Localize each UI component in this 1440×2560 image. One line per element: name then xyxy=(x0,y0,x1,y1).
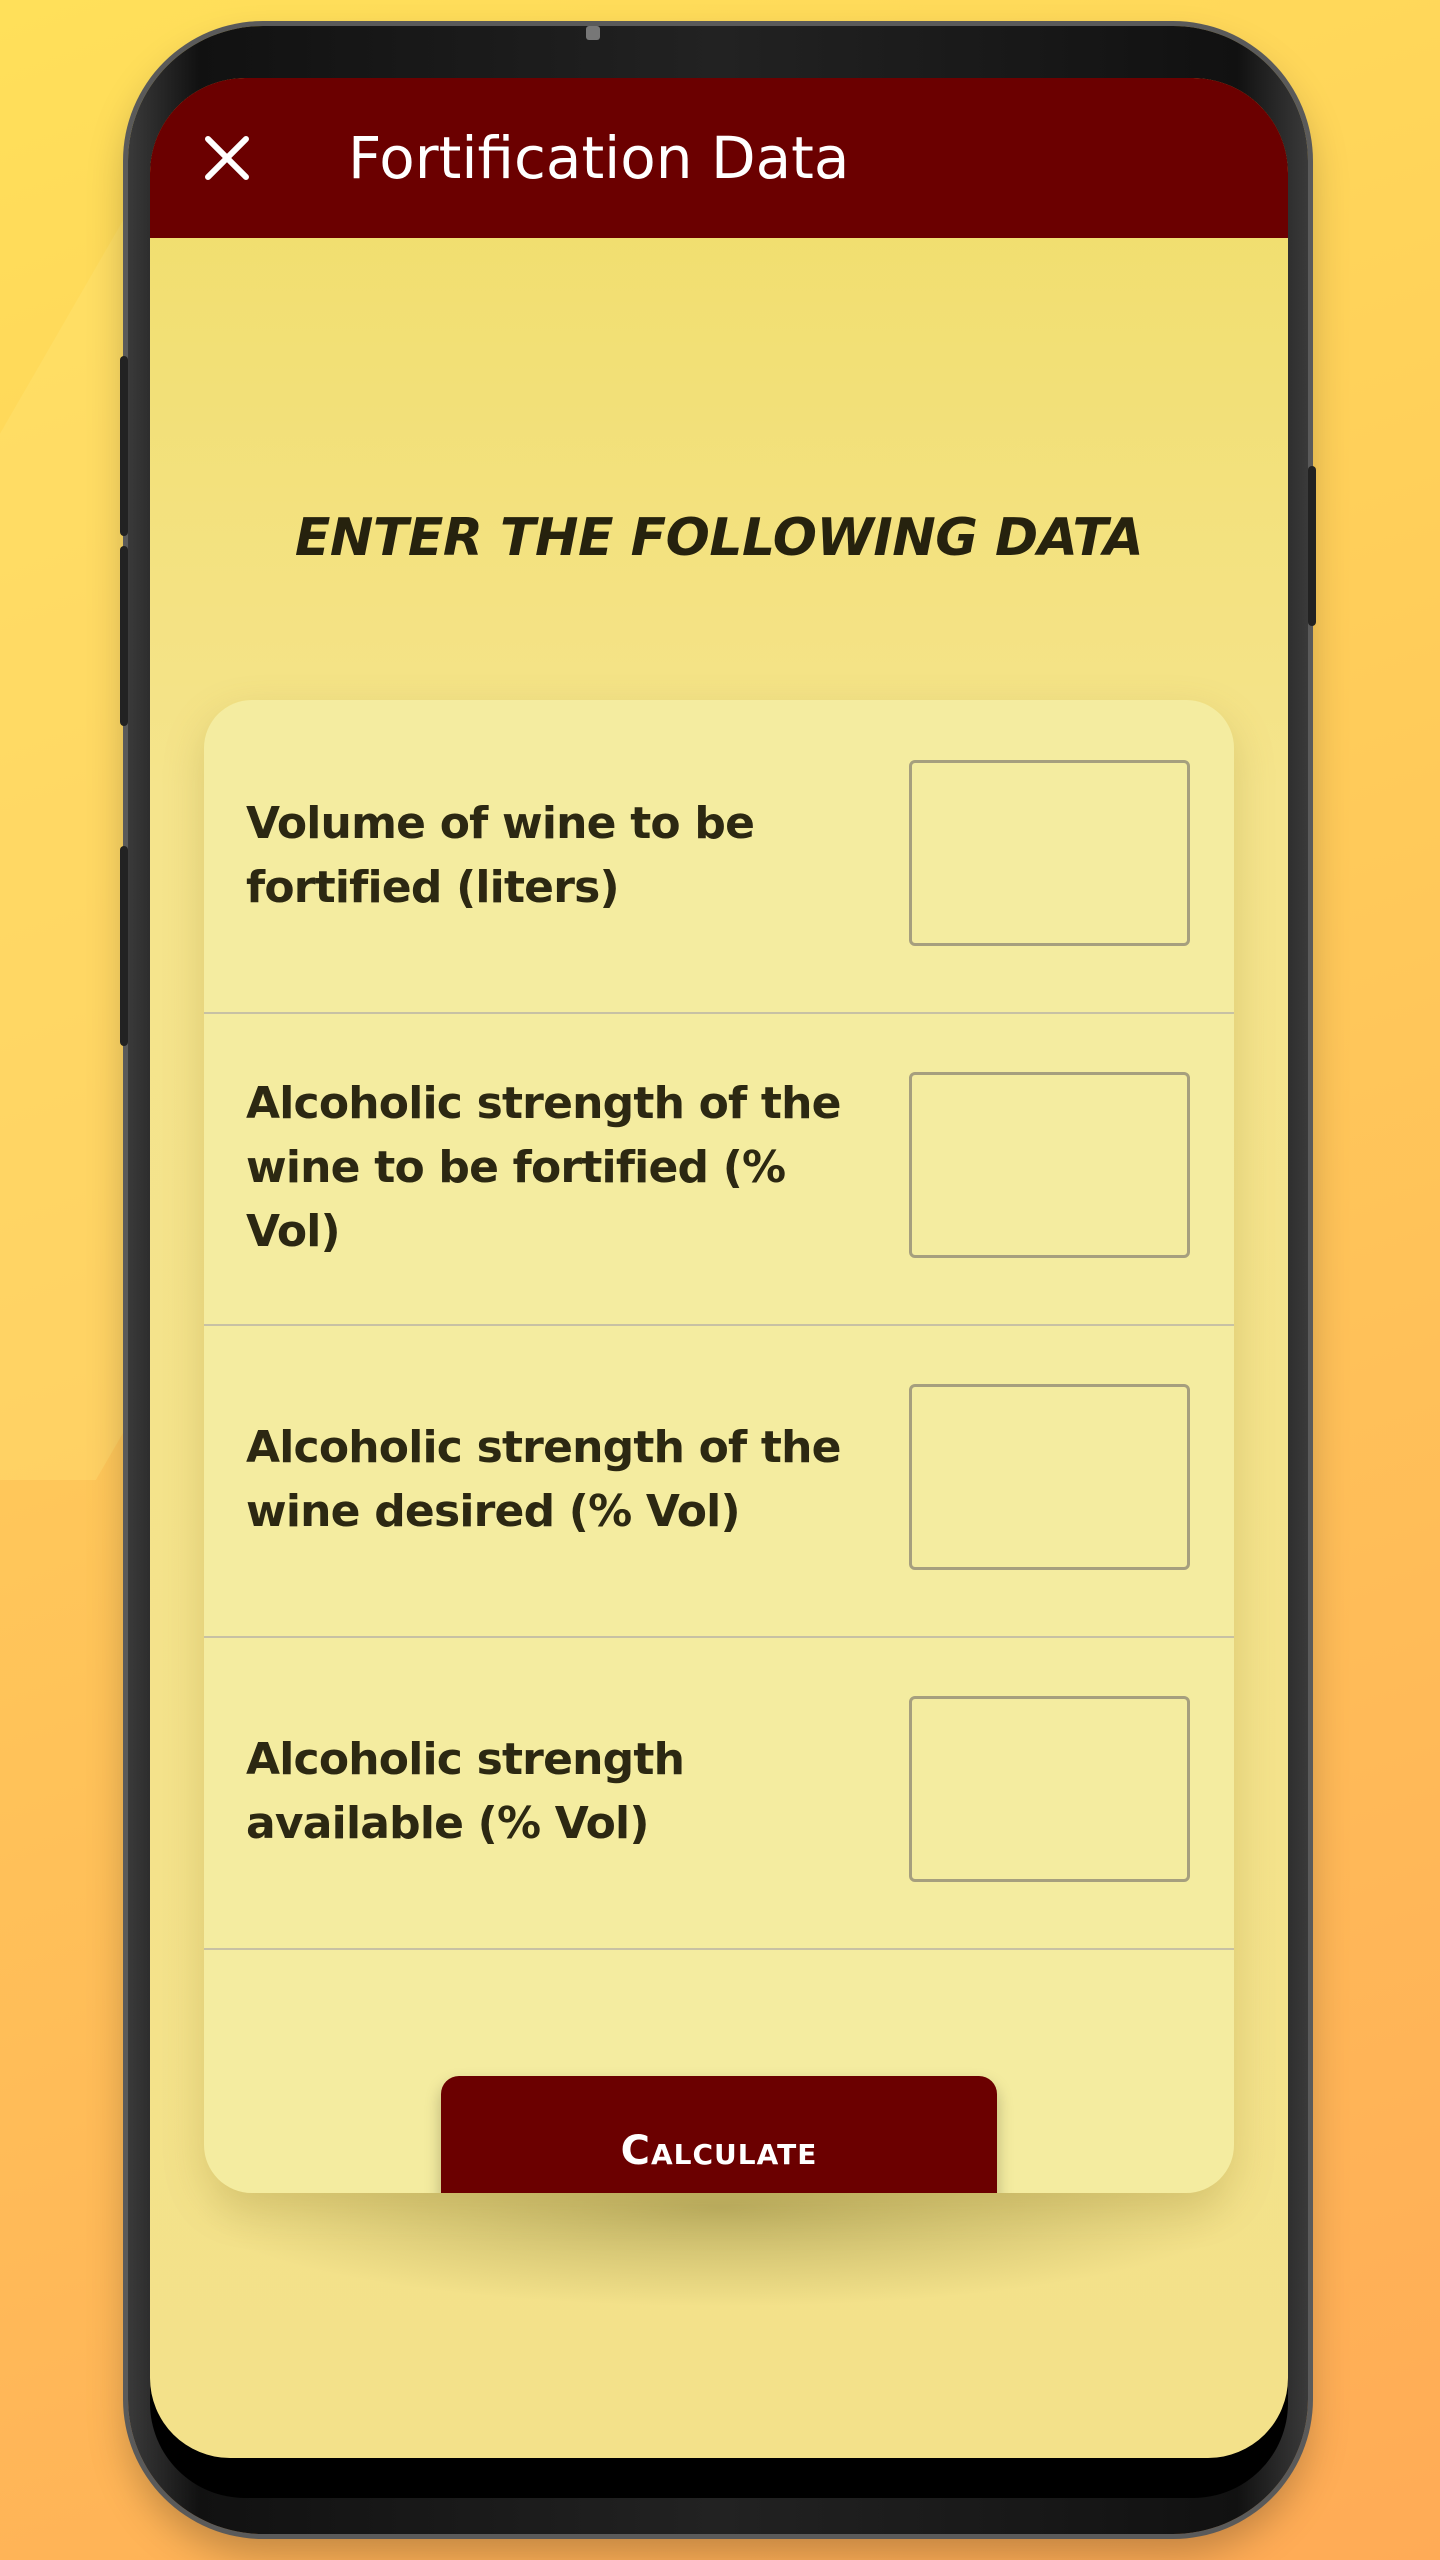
close-button[interactable] xyxy=(192,123,262,193)
form-row-available-strength: Alcoholic strength available (% Vol) xyxy=(204,1636,1234,1950)
phone-screen-area: Fortification Data ENTER THE FOLLOWING D… xyxy=(150,78,1288,2498)
calculate-button[interactable]: Calculate xyxy=(441,2076,997,2193)
field-label-current-strength: Alcoholic strength of the wine to be for… xyxy=(246,1078,842,1257)
current-strength-input[interactable] xyxy=(909,1072,1190,1258)
available-strength-input[interactable] xyxy=(909,1696,1190,1882)
form-row-volume: Volume of wine to be fortified (liters) xyxy=(204,700,1234,1014)
close-icon xyxy=(205,136,249,180)
form-row-desired-strength: Alcoholic strength of the wine desired (… xyxy=(204,1324,1234,1638)
form-row-current-strength: Alcoholic strength of the wine to be for… xyxy=(204,1012,1234,1326)
app-bar: Fortification Data xyxy=(150,78,1288,238)
form-heading: ENTER THE FOLLOWING DATA xyxy=(294,508,1144,568)
volume-input[interactable] xyxy=(909,760,1190,946)
field-label-volume: Volume of wine to be fortified (liters) xyxy=(246,798,755,913)
desired-strength-input[interactable] xyxy=(909,1384,1190,1570)
field-label-desired-strength: Alcoholic strength of the wine desired (… xyxy=(246,1422,842,1537)
field-label-available-strength: Alcoholic strength available (% Vol) xyxy=(246,1734,685,1849)
phone-power-button xyxy=(1308,466,1316,626)
phone-sensor xyxy=(586,26,600,40)
phone-volume-button xyxy=(120,356,128,536)
form-card: Volume of wine to be fortified (liters) … xyxy=(204,700,1234,2193)
app-screen: Fortification Data ENTER THE FOLLOWING D… xyxy=(150,78,1288,2458)
phone-volume-button xyxy=(120,546,128,726)
page-title: Fortification Data xyxy=(348,124,850,192)
phone-side-button xyxy=(120,846,128,1046)
